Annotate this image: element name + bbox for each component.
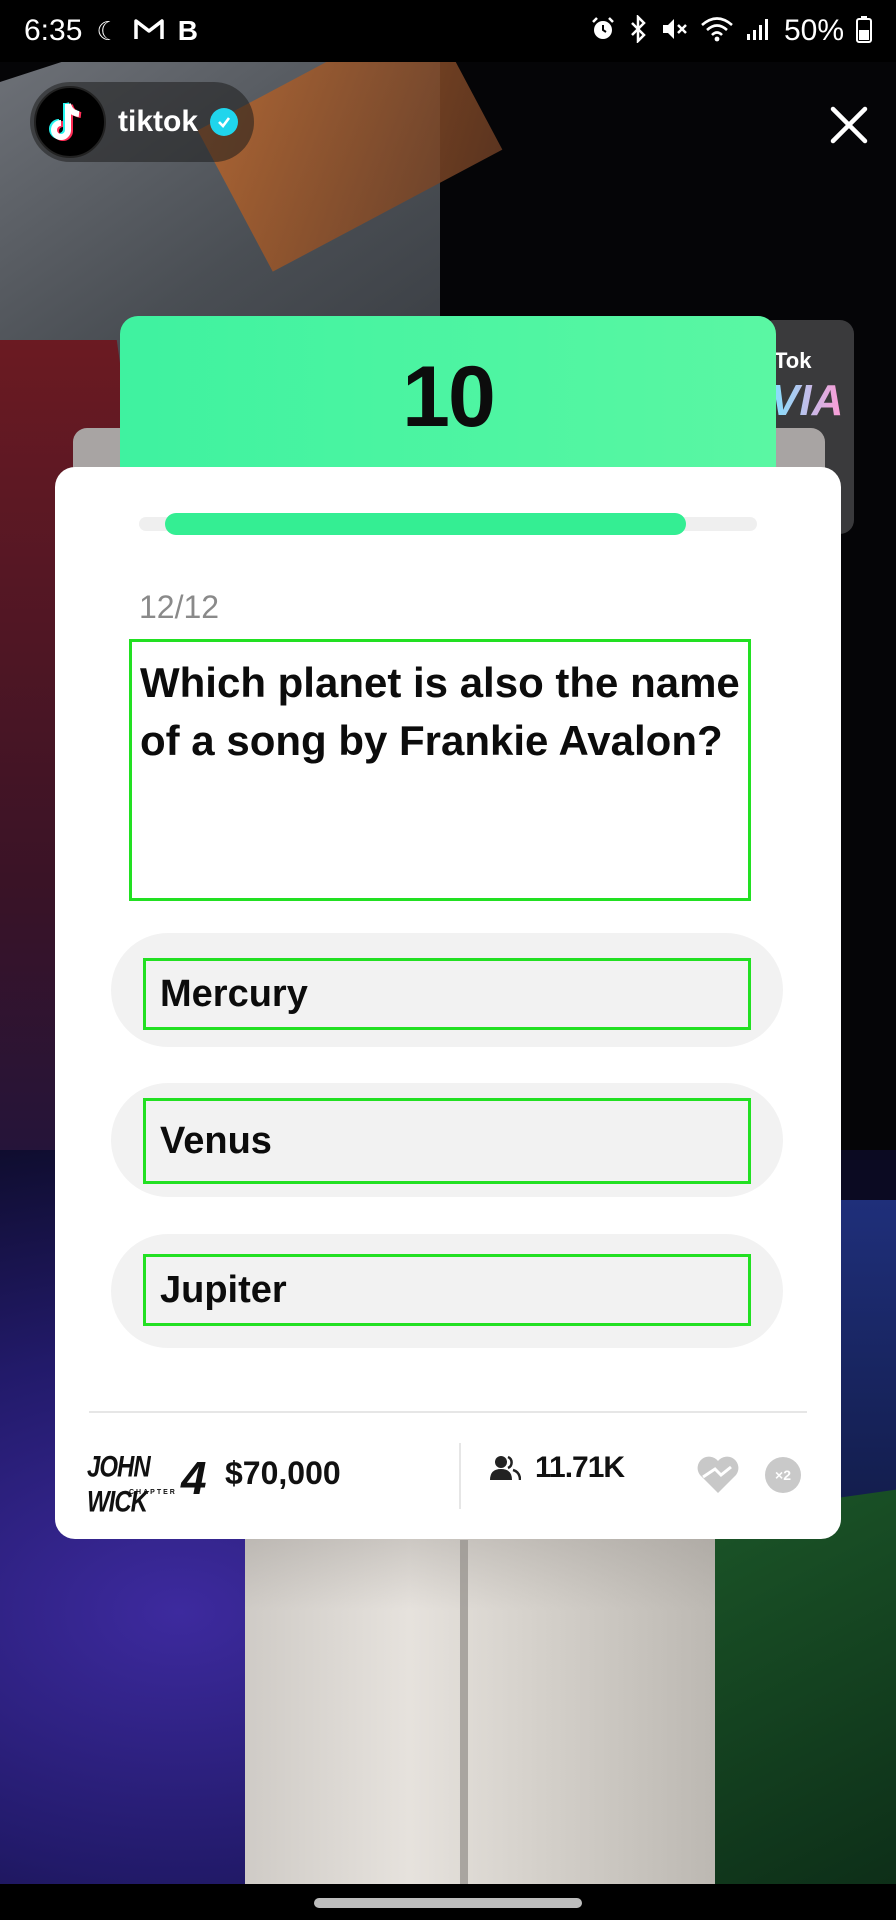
gmail-icon <box>133 17 164 45</box>
signal-icon <box>746 17 772 45</box>
peek-label-top: Tok <box>774 348 812 373</box>
account-pill[interactable]: tiktok <box>30 82 255 162</box>
answer-option-label: Jupiter <box>160 1268 287 1311</box>
moon-icon: ☾ <box>96 16 120 46</box>
battery-percent: 50% <box>783 14 844 47</box>
wifi-icon <box>700 16 734 46</box>
close-icon <box>830 106 868 144</box>
verified-icon <box>210 108 239 136</box>
quiz-footer: JOHN WICK 4 CHAPTER $70,000 11.71K ×2 <box>55 1413 841 1539</box>
answer-option-mercury[interactable]: Mercury <box>111 933 783 1047</box>
alarm-icon <box>590 16 616 46</box>
player-count: 11.71K <box>489 1451 625 1485</box>
home-indicator[interactable] <box>314 1898 582 1908</box>
heart-icon[interactable] <box>695 1453 741 1495</box>
answer-option-label: Mercury <box>160 972 308 1015</box>
host-figure <box>245 1500 715 1920</box>
close-button[interactable] <box>822 98 876 152</box>
quiz-card: 12/12 Which planet is also the name of a… <box>55 467 841 1539</box>
answer-option-venus[interactable]: Venus <box>111 1083 783 1197</box>
countdown-timer: 10 <box>402 349 496 445</box>
status-time: 6:35 <box>24 14 83 47</box>
answer-option-label: Venus <box>160 1119 272 1162</box>
sponsor-logo: JOHN WICK 4 CHAPTER <box>87 1450 207 1519</box>
sponsor-logo-sub: CHAPTER <box>129 1489 177 1496</box>
question-box: Which planet is also the name of a song … <box>129 639 751 901</box>
tiktok-logo-icon <box>34 86 106 158</box>
time-progress-bar <box>139 513 757 535</box>
answer-option-box: Jupiter <box>143 1254 751 1326</box>
players-count: 11.71K <box>535 1451 625 1484</box>
question-text: Which planet is also the name of a song … <box>140 659 740 764</box>
bluetooth-icon <box>628 13 648 47</box>
b-icon: B <box>177 15 198 46</box>
timer-tab: 10 <box>120 316 776 486</box>
answer-option-box: Mercury <box>143 958 751 1030</box>
users-icon <box>490 1455 521 1481</box>
question-counter: 12/12 <box>139 589 220 625</box>
footer-separator <box>459 1443 461 1509</box>
account-name: tiktok <box>118 105 199 138</box>
answer-option-jupiter[interactable]: Jupiter <box>111 1234 783 1348</box>
sponsor-logo-number: 4 <box>181 1452 207 1504</box>
peek-label-bottom: VIA <box>770 376 844 425</box>
status-bar: 6:35 ☾ B 50% <box>0 0 896 62</box>
battery-icon <box>856 15 872 47</box>
answer-option-box: Venus <box>143 1098 751 1184</box>
multiplier-badge[interactable]: ×2 <box>765 1457 801 1493</box>
prize-amount: $70,000 <box>225 1455 341 1491</box>
time-progress-fill <box>165 513 686 535</box>
mute-icon <box>660 16 688 46</box>
